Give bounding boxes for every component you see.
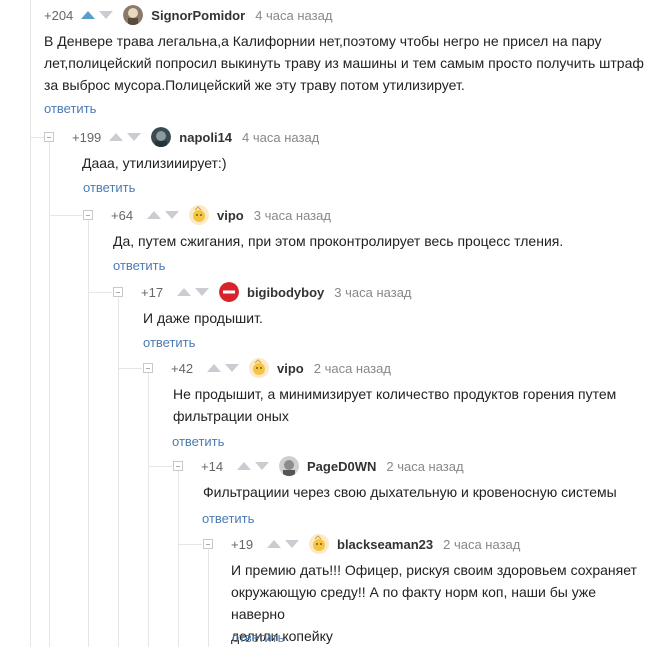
comment-text-line: за выброс мусора.Полицейский же эту трав… [44, 77, 465, 93]
reply-link[interactable]: ответить [113, 258, 165, 273]
comment-text-line: лет,полицейский попросил выкинуть траву … [44, 55, 644, 71]
avatar[interactable] [123, 5, 144, 25]
comment-text-line: Дааа, утилизииирует:) [82, 155, 227, 171]
thread-connector [49, 215, 82, 216]
downvote-icon[interactable] [255, 462, 269, 470]
thread-line [118, 296, 119, 647]
collapse-toggle[interactable] [113, 287, 123, 297]
collapse-toggle[interactable] [143, 363, 153, 373]
timestamp[interactable]: 4 часа назад [255, 8, 332, 23]
comment-text-line: И даже продышит. [143, 310, 263, 326]
avatar[interactable] [279, 456, 299, 476]
username[interactable]: PageD0WN [307, 459, 376, 474]
rating: +42 [171, 360, 194, 376]
comment-text-line: фильтрации оных [173, 408, 289, 424]
comment-text-line: Фильтрациии через свою дыхательную и кро… [203, 484, 617, 500]
downvote-icon[interactable] [99, 11, 114, 19]
reply-link[interactable]: ответить [202, 511, 254, 526]
upvote-icon[interactable] [147, 211, 161, 219]
avatar[interactable] [189, 205, 209, 225]
avatar[interactable] [249, 358, 269, 378]
username[interactable]: vipo [217, 208, 244, 223]
avatar[interactable] [219, 282, 239, 302]
rating: +199 [72, 129, 102, 145]
rating: +19 [231, 536, 254, 552]
comment: +204 SignorPomidor 4 часа назад В Денвер… [44, 5, 644, 96]
thread-line [88, 218, 89, 647]
downvote-icon[interactable] [127, 133, 142, 141]
comment-text-line: Не продышит, а минимизирует количество п… [173, 386, 617, 402]
timestamp[interactable]: 3 часа назад [334, 285, 411, 300]
comment-text-line: И премию дать!!! Офицер, рискуя своим зд… [231, 562, 637, 578]
avatar[interactable] [309, 534, 329, 554]
thread-line [30, 0, 31, 647]
comment: +14 PageD0WN 2 часа назад Фильтрациии че… [173, 456, 643, 503]
timestamp[interactable]: 3 часа назад [254, 208, 331, 223]
reply-link[interactable]: ответить [83, 180, 135, 195]
rating: +64 [111, 207, 134, 223]
rating: +204 [44, 7, 74, 23]
upvote-icon[interactable] [207, 364, 221, 372]
timestamp[interactable]: 2 часа назад [443, 537, 520, 552]
upvote-icon[interactable] [81, 11, 96, 19]
downvote-icon[interactable] [285, 540, 299, 548]
comment-text-line: делили копейку [231, 628, 333, 644]
username[interactable]: blackseaman23 [337, 537, 433, 552]
downvote-icon[interactable] [195, 288, 209, 296]
thread-line [49, 140, 50, 647]
downvote-icon[interactable] [225, 364, 239, 372]
username[interactable]: SignorPomidor [151, 8, 245, 23]
timestamp[interactable]: 2 часа назад [314, 361, 391, 376]
comment: +17 bigibodyboy 3 часа назад И даже прод… [113, 282, 643, 329]
reply-link[interactable]: ответить [232, 630, 284, 645]
timestamp[interactable]: 4 часа назад [242, 130, 319, 145]
collapse-toggle[interactable] [203, 539, 213, 549]
comment-text-line: В Денвере трава легальна,а Калифорнии не… [44, 33, 602, 49]
upvote-icon[interactable] [177, 288, 191, 296]
username[interactable]: vipo [277, 361, 304, 376]
avatar[interactable] [151, 127, 172, 147]
collapse-toggle[interactable] [173, 461, 183, 471]
upvote-icon[interactable] [267, 540, 281, 548]
thread-connector [118, 368, 142, 369]
username[interactable]: napoli14 [179, 130, 232, 145]
reply-link[interactable]: ответить [172, 434, 224, 449]
comment-text-line: окружающую среду!! А по факту норм коп, … [231, 584, 597, 622]
comment: +199 napoli14 4 часа назад Дааа, утилизи… [44, 127, 644, 174]
reply-link[interactable]: ответить [143, 335, 195, 350]
timestamp[interactable]: 2 часа назад [386, 459, 463, 474]
rating: +17 [141, 284, 164, 300]
rating: +14 [201, 458, 224, 474]
thread-connector [148, 466, 172, 467]
thread-connector [178, 544, 202, 545]
collapse-toggle[interactable] [83, 210, 93, 220]
comment: +64 vipo 3 часа назад Да, путем сжигания… [83, 205, 643, 252]
collapse-toggle[interactable] [44, 132, 54, 142]
username[interactable]: bigibodyboy [247, 285, 324, 300]
upvote-icon[interactable] [237, 462, 251, 470]
reply-link[interactable]: ответить [44, 101, 96, 116]
upvote-icon[interactable] [109, 133, 124, 141]
comment-text-line: Да, путем сжигания, при этом проконтроли… [113, 233, 564, 249]
comment: +42 vipo 2 часа назад Не продышит, а мин… [143, 358, 643, 427]
downvote-icon[interactable] [165, 211, 179, 219]
thread-connector [88, 292, 112, 293]
